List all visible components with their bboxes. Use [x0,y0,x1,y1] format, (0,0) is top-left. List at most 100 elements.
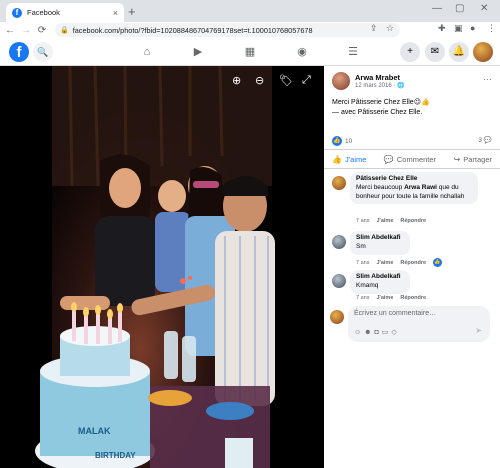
gif-icon[interactable]: ▭ [382,329,392,336]
back-button[interactable]: ← [4,25,16,36]
comment-label: Commenter [396,154,437,164]
commenter-avatar[interactable] [332,176,346,190]
menu-icon[interactable]: ☰ [345,44,361,60]
post-text-line1: Merci Pâtisserie Chez Elle😉👍 [332,99,430,106]
svg-text:MALAK: MALAK [78,426,111,436]
share-label: Partager [463,154,492,164]
post-panel: Arwa Mrabet 12 mars 2016 · 🌐 ··· Merci P… [324,66,500,468]
url-text: facebook.com/photo/?fbid=102088486704769… [72,25,313,35]
address-bar[interactable]: 🔒 facebook.com/photo/?fbid=1020884867047… [55,23,400,37]
like-label: J'aime [344,154,367,164]
facebook-header: f 🔍 ⌂ ▶ ▦ ◉ ☰ + ✉ 🔔 [0,38,500,66]
comment-mention[interactable]: Arwa Rawi [404,184,437,191]
avatar-sticker-icon[interactable]: ☺ [354,329,364,336]
comment-like-link[interactable]: J'aime [376,218,393,224]
comment-input[interactable]: Écrivez un commentaire… ☺☻◘▭◇ ➤ [348,306,490,342]
speech-bubble-icon: 💬 [383,154,394,164]
comment-bubble: Slim Abdelkafi Sm [350,231,410,255]
post-options-icon[interactable]: ··· [483,74,492,84]
tab-strip: f Facebook × + — ▢ ✕ [0,0,500,22]
video-icon[interactable]: ▶ [190,44,206,60]
photo-viewer[interactable]: MALAK BIRTHDAY ⊕ ⊖ 🏷 ⤢ [0,66,324,468]
comment-text: Sm [356,242,366,250]
post-text-line2[interactable]: — avec Pâtisserie Chez Elle. [332,109,422,116]
comment-meta: 7 ans J'aime Répondre 👍 [356,258,443,267]
comment-meta: 7 ans J'aime Répondre [356,295,426,301]
reactions-summary[interactable]: 👍 10 [332,136,352,146]
comment-bubble-icon: 💬 [483,137,492,144]
commenter-name[interactable]: Pâtisserie Chez Elle [356,175,472,184]
like-button[interactable]: 👍 J'aime [332,155,366,164]
groups-icon[interactable]: ◉ [294,44,310,60]
create-button[interactable]: + [400,42,420,62]
toolbar: ← → ⟳ 🔒 facebook.com/photo/?fbid=1020884… [0,22,500,38]
profile-icon[interactable]: ● [470,23,475,33]
comment-count[interactable]: 3 💬 [478,136,492,145]
reload-button[interactable]: ⟳ [36,25,48,36]
bookmark-star-icon[interactable]: ☆ [386,23,394,34]
author-avatar[interactable] [332,72,350,90]
comment-text-pre: Merci beaucoup [356,183,405,191]
browser-window: f Facebook × + — ▢ ✕ ← → ⟳ 🔒 facebook.co… [0,0,500,468]
facebook-favicon-icon: f [12,7,22,18]
zoom-in-icon[interactable]: ⊕ [232,74,241,87]
comment-like-link[interactable]: J'aime [376,260,393,266]
comment-age[interactable]: 7 ans [356,260,369,266]
comment-bubble: Slim Abdelkafi Kmamq [350,270,410,294]
emoji-icon[interactable]: ☻ [364,329,374,336]
comment-reply-link[interactable]: Répondre [400,295,426,301]
like-count: 10 [345,137,353,145]
sticker-icon[interactable]: ◇ [391,329,399,336]
compose-tools: ☺☻◘▭◇ [354,328,400,336]
facebook-logo[interactable]: f [9,42,29,62]
comment-button[interactable]: 💬 Commenter [384,155,436,164]
send-icon[interactable]: ➤ [475,326,482,335]
comment-reply-link[interactable]: Répondre [400,260,426,266]
share-page-icon[interactable]: ⇪ [370,23,378,34]
comment-bubble: Pâtisserie Chez Elle Merci beaucoup Arwa… [350,172,478,205]
post-author[interactable]: Arwa Mrabet [355,73,405,82]
commenter-name[interactable]: Slim Abdelkafi [356,234,404,243]
comment-placeholder: Écrivez un commentaire… [354,310,437,317]
comment-like-badge-icon[interactable]: 👍 [433,258,443,267]
comment-like-link[interactable]: J'aime [376,295,393,301]
comment-age[interactable]: 7 ans [356,218,369,224]
share-arrow-icon: ↪ [453,154,461,164]
close-window-button[interactable]: ✕ [480,3,488,14]
notifications-bell-icon[interactable]: 🔔 [449,42,469,62]
home-icon[interactable]: ⌂ [139,44,155,60]
fullscreen-icon[interactable]: ⤢ [302,74,311,87]
new-tab-button[interactable]: + [128,4,136,19]
comment-age[interactable]: 7 ans [356,295,369,301]
my-avatar[interactable] [330,310,344,324]
comment-reply-link[interactable]: Répondre [400,218,426,224]
post-date[interactable]: 12 mars 2016 · 🌐 [355,82,405,89]
lock-icon: 🔒 [60,27,69,34]
side-panel-icon[interactable]: ▣ [454,23,463,34]
svg-text:BIRTHDAY: BIRTHDAY [95,451,136,460]
marketplace-icon[interactable]: ▦ [242,44,258,60]
thumbs-up-icon: 👍 [332,154,342,164]
like-reaction-icon: 👍 [332,136,342,146]
commenter-name[interactable]: Slim Abdelkafi [356,273,404,282]
account-avatar[interactable] [473,42,493,62]
comment-text: Kmamq [356,281,379,289]
tab-close-button[interactable]: × [113,8,118,18]
commenter-avatar[interactable] [332,274,346,288]
tab-facebook[interactable]: f Facebook × [6,3,124,22]
forward-button[interactable]: → [20,25,32,36]
search-icon[interactable]: 🔍 [33,42,53,62]
zoom-out-icon[interactable]: ⊖ [255,74,264,87]
commenter-avatar[interactable] [332,235,346,249]
maximize-button[interactable]: ▢ [455,3,464,14]
extensions-icon[interactable]: ✚ [438,23,446,34]
post-actions: 👍 J'aime 💬 Commenter ↪ Partager [324,149,500,169]
minimize-button[interactable]: — [432,3,442,14]
messenger-icon[interactable]: ✉ [425,42,445,62]
tag-icon[interactable]: 🏷 [279,74,293,87]
browser-menu-icon[interactable]: ⋮ [487,23,496,34]
camera-icon[interactable]: ◘ [375,329,382,336]
comment-meta: 7 ans J'aime Répondre [356,218,426,224]
share-button[interactable]: ↪ Partager [454,155,492,164]
party-photo: MALAK BIRTHDAY [35,66,275,468]
